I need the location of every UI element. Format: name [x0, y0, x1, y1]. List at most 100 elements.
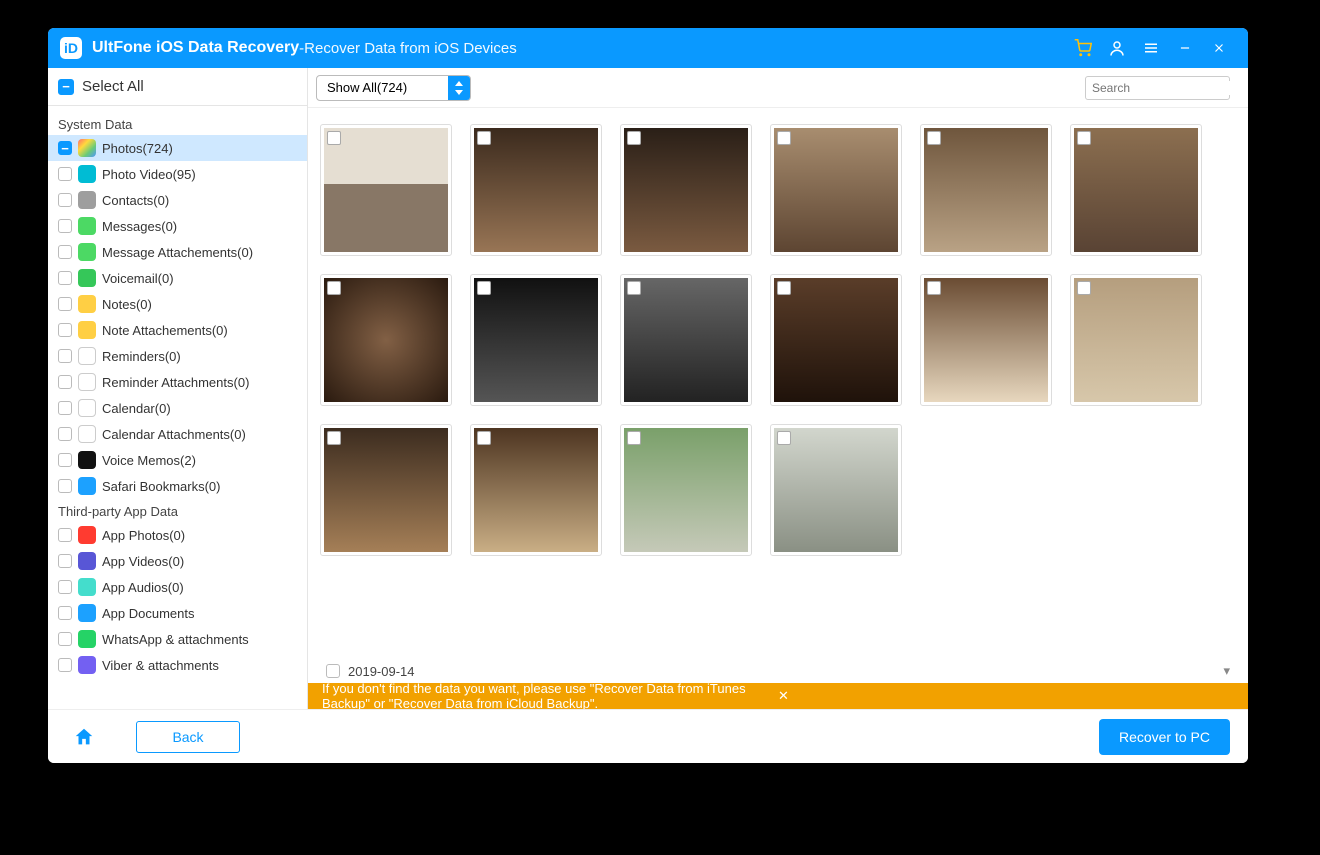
category-icon — [78, 425, 96, 443]
item-checkbox[interactable] — [58, 554, 72, 568]
sidebar-item[interactable]: Safari Bookmarks(0) — [48, 473, 307, 499]
photo-thumb[interactable] — [770, 124, 902, 256]
thumb-image — [324, 428, 448, 552]
photo-thumb[interactable] — [470, 274, 602, 406]
thumb-checkbox[interactable] — [777, 431, 791, 445]
item-checkbox[interactable] — [58, 632, 72, 646]
thumb-checkbox[interactable] — [777, 281, 791, 295]
item-checkbox[interactable] — [58, 297, 72, 311]
thumb-checkbox[interactable] — [927, 131, 941, 145]
minimize-button[interactable] — [1168, 31, 1202, 65]
recover-button[interactable]: Recover to PC — [1099, 719, 1230, 755]
item-checkbox[interactable] — [58, 606, 72, 620]
photo-thumb[interactable] — [620, 124, 752, 256]
app-logo-icon: iD — [60, 37, 82, 59]
thumb-checkbox[interactable] — [627, 131, 641, 145]
cart-icon[interactable] — [1066, 31, 1100, 65]
sidebar-item[interactable]: Photos(724) — [48, 135, 307, 161]
search-input[interactable] — [1092, 81, 1247, 95]
date-group-label: 2019-09-14 — [348, 664, 415, 679]
photo-thumb[interactable] — [320, 274, 452, 406]
search-box[interactable] — [1085, 76, 1230, 100]
menu-icon[interactable] — [1134, 31, 1168, 65]
user-icon[interactable] — [1100, 31, 1134, 65]
thumb-checkbox[interactable] — [327, 281, 341, 295]
sidebar-item[interactable]: App Photos(0) — [48, 522, 307, 548]
category-icon — [78, 526, 96, 544]
thumb-image — [924, 128, 1048, 252]
photo-thumb[interactable] — [1070, 124, 1202, 256]
photo-thumb[interactable] — [620, 274, 752, 406]
sidebar-item[interactable]: Voice Memos(2) — [48, 447, 307, 473]
sidebar-item[interactable]: Calendar(0) — [48, 395, 307, 421]
item-checkbox[interactable] — [58, 219, 72, 233]
thumb-image — [1074, 278, 1198, 402]
photo-thumb[interactable] — [470, 424, 602, 556]
info-bar-message: If you don't find the data you want, ple… — [322, 681, 778, 711]
item-checkbox[interactable] — [58, 427, 72, 441]
thumb-checkbox[interactable] — [327, 431, 341, 445]
sidebar-item[interactable]: Viber & attachments — [48, 652, 307, 678]
sidebar-item[interactable]: Message Attachements(0) — [48, 239, 307, 265]
item-checkbox[interactable] — [58, 323, 72, 337]
item-checkbox[interactable] — [58, 271, 72, 285]
back-button[interactable]: Back — [136, 721, 240, 753]
home-button[interactable] — [66, 719, 102, 755]
sidebar-item[interactable]: Voicemail(0) — [48, 265, 307, 291]
sidebar-item[interactable]: App Videos(0) — [48, 548, 307, 574]
photo-thumb[interactable] — [770, 424, 902, 556]
filter-dropdown[interactable]: Show All(724) — [316, 75, 471, 101]
thumb-checkbox[interactable] — [627, 281, 641, 295]
item-checkbox[interactable] — [58, 528, 72, 542]
photo-thumb[interactable] — [320, 124, 452, 256]
thumb-checkbox[interactable] — [927, 281, 941, 295]
photo-thumb[interactable] — [770, 274, 902, 406]
item-checkbox[interactable] — [58, 245, 72, 259]
item-checkbox[interactable] — [58, 580, 72, 594]
item-checkbox[interactable] — [58, 479, 72, 493]
sidebar-item[interactable]: Reminder Attachments(0) — [48, 369, 307, 395]
thumb-checkbox[interactable] — [477, 431, 491, 445]
sidebar-item[interactable]: App Documents — [48, 600, 307, 626]
sidebar-item[interactable]: Photo Video(95) — [48, 161, 307, 187]
photo-thumb[interactable] — [320, 424, 452, 556]
thumb-image — [774, 278, 898, 402]
sidebar-item[interactable]: Reminders(0) — [48, 343, 307, 369]
thumb-checkbox[interactable] — [477, 131, 491, 145]
item-checkbox[interactable] — [58, 375, 72, 389]
sidebar-item[interactable]: Calendar Attachments(0) — [48, 421, 307, 447]
item-checkbox[interactable] — [58, 401, 72, 415]
date-group-row[interactable]: 2019-09-14 ▾ — [308, 659, 1248, 683]
close-button[interactable] — [1202, 31, 1236, 65]
category-icon — [78, 552, 96, 570]
sidebar-item[interactable]: Messages(0) — [48, 213, 307, 239]
sidebar-item[interactable]: Note Attachements(0) — [48, 317, 307, 343]
thumb-checkbox[interactable] — [477, 281, 491, 295]
chevron-down-icon[interactable]: ▾ — [1223, 663, 1230, 679]
thumb-checkbox[interactable] — [777, 131, 791, 145]
info-close-icon[interactable]: ✕ — [778, 688, 1234, 704]
item-checkbox[interactable] — [58, 453, 72, 467]
sidebar-item[interactable]: Notes(0) — [48, 291, 307, 317]
thumb-checkbox[interactable] — [627, 431, 641, 445]
item-checkbox[interactable] — [58, 167, 72, 181]
item-checkbox[interactable] — [58, 658, 72, 672]
date-group-checkbox[interactable] — [326, 664, 340, 678]
select-all-checkbox[interactable] — [58, 79, 74, 95]
item-checkbox[interactable] — [58, 141, 72, 155]
select-all-row[interactable]: Select All — [48, 68, 307, 106]
item-checkbox[interactable] — [58, 193, 72, 207]
photo-thumb[interactable] — [920, 274, 1052, 406]
app-window: iD UltFone iOS Data Recovery - Recover D… — [48, 28, 1248, 763]
item-checkbox[interactable] — [58, 349, 72, 363]
sidebar-item[interactable]: Contacts(0) — [48, 187, 307, 213]
photo-thumb[interactable] — [470, 124, 602, 256]
photo-thumb[interactable] — [620, 424, 752, 556]
thumb-checkbox[interactable] — [1077, 281, 1091, 295]
thumb-checkbox[interactable] — [1077, 131, 1091, 145]
sidebar-item[interactable]: WhatsApp & attachments — [48, 626, 307, 652]
thumb-checkbox[interactable] — [327, 131, 341, 145]
photo-thumb[interactable] — [920, 124, 1052, 256]
sidebar-item[interactable]: App Audios(0) — [48, 574, 307, 600]
photo-thumb[interactable] — [1070, 274, 1202, 406]
